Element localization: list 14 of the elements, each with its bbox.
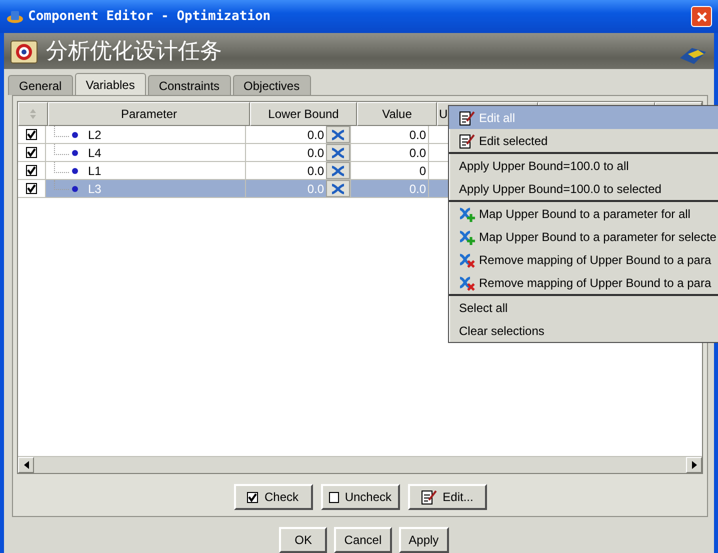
value-cell: 0.0 bbox=[409, 128, 426, 142]
lower-bound-value: 0.0 bbox=[307, 182, 324, 196]
parameter-name: L2 bbox=[88, 128, 102, 142]
task-title: 分析优化设计任务 bbox=[46, 38, 223, 66]
parameter-name: L3 bbox=[88, 182, 102, 196]
parameter-name: L4 bbox=[88, 146, 102, 160]
value-cell: 0 bbox=[419, 164, 426, 178]
lower-bound-value: 0.0 bbox=[307, 164, 324, 178]
value-cell: 0.0 bbox=[409, 146, 426, 160]
lower-bound-value: 0.0 bbox=[307, 146, 324, 160]
value-cell: 0.0 bbox=[409, 182, 426, 196]
lower-bound-value: 0.0 bbox=[307, 128, 324, 142]
window-title: Component Editor - Optimization bbox=[28, 9, 272, 24]
parameter-name: L1 bbox=[88, 164, 102, 178]
